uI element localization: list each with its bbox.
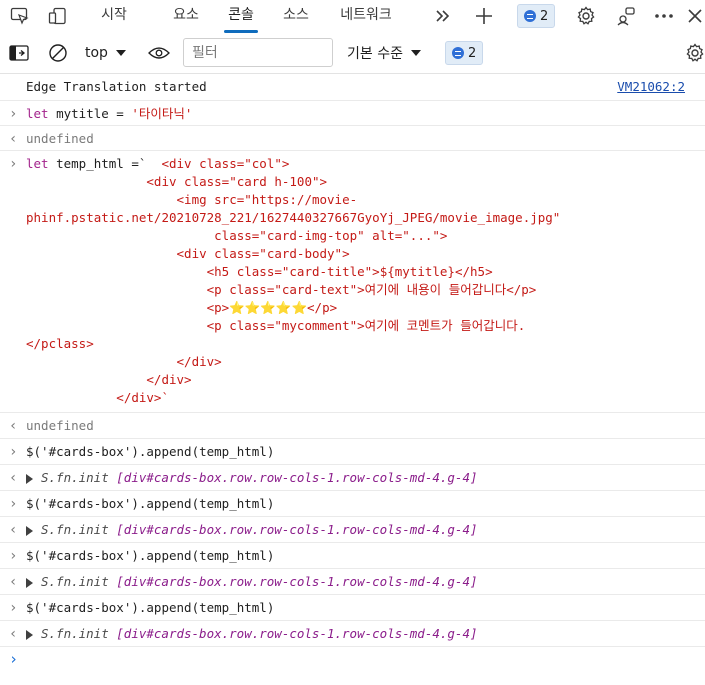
more-options-icon[interactable] [652, 5, 676, 27]
console-result-row: ‹ undefined [0, 413, 705, 439]
inspect-element-icon[interactable] [8, 5, 32, 27]
console-result-row[interactable]: ‹ S.fn.init [div#cards-box.row.row-cols-… [0, 569, 705, 595]
console-toolbar: top 기본 수준 2 [0, 33, 705, 74]
expand-triangle-icon[interactable] [26, 473, 33, 484]
settings-gear-icon[interactable] [574, 5, 598, 27]
toolbar-issues-badge[interactable]: 2 [445, 41, 484, 65]
add-tab-icon[interactable] [472, 5, 496, 27]
console-input-row: › $('#cards-box').append(temp_html) [0, 595, 705, 621]
console-result-row: ‹ undefined [0, 126, 705, 151]
more-tabs-icon[interactable] [431, 5, 455, 27]
output-chevron-icon: ‹ [9, 522, 18, 538]
input-chevron-icon: › [9, 496, 18, 512]
feedback-icon[interactable] [614, 5, 638, 27]
output-chevron-icon: ‹ [9, 626, 18, 642]
input-chevron-icon: › [9, 548, 18, 564]
console-input-row: › let mytitle = '타이타닉' [0, 101, 705, 126]
console-message: Edge Translation started VM21062:2 [0, 74, 705, 101]
console-input-row: › $('#cards-box').append(temp_html) [0, 543, 705, 569]
console-result-row[interactable]: ‹ S.fn.init [div#cards-box.row.row-cols-… [0, 621, 705, 647]
input-chevron-icon: › [9, 444, 18, 460]
log-level-select[interactable]: 기본 수준 [347, 41, 421, 65]
context-select[interactable]: top [85, 41, 126, 65]
filter-input[interactable] [183, 38, 333, 67]
live-expression-eye-icon[interactable] [147, 41, 171, 65]
tab-welcome[interactable]: 시작 [98, 0, 130, 31]
output-chevron-icon: ‹ [9, 131, 18, 147]
close-icon[interactable] [683, 5, 705, 27]
clear-console-icon[interactable] [47, 41, 69, 65]
message-icon [524, 10, 536, 22]
console-input-row: › $('#cards-box').append(temp_html) [0, 439, 705, 465]
sidebar-toggle-icon[interactable] [8, 41, 30, 65]
device-emulation-icon[interactable] [46, 5, 70, 27]
console-input-row: › $('#cards-box').append(temp_html) [0, 491, 705, 517]
console-input-row: › let temp_html =` <div class="col"> <di… [0, 151, 705, 413]
tab-elements[interactable]: 요소 [170, 0, 202, 31]
expand-triangle-icon[interactable] [26, 577, 33, 588]
console-prompt[interactable]: › [0, 647, 705, 675]
input-chevron-icon: › [9, 106, 18, 122]
tab-sources[interactable]: 소스 [279, 0, 313, 31]
console-output: Edge Translation started VM21062:2 › let… [0, 74, 705, 675]
devtools-tabbar: 시작 요소 콘솔 소스 네트워크 2 [0, 0, 705, 34]
input-chevron-icon: › [9, 600, 18, 616]
expand-triangle-icon[interactable] [26, 629, 33, 640]
expand-triangle-icon[interactable] [26, 525, 33, 536]
message-icon [452, 47, 464, 59]
output-chevron-icon: ‹ [9, 470, 18, 486]
chevron-down-icon [115, 50, 126, 56]
console-result-row[interactable]: ‹ S.fn.init [div#cards-box.row.row-cols-… [0, 465, 705, 491]
console-result-row[interactable]: ‹ S.fn.init [div#cards-box.row.row-cols-… [0, 517, 705, 543]
output-chevron-icon: ‹ [9, 418, 18, 434]
tab-network[interactable]: 네트워크 [335, 0, 397, 31]
prompt-chevron-icon: › [9, 650, 19, 668]
output-chevron-icon: ‹ [9, 574, 18, 590]
source-link[interactable]: VM21062:2 [617, 79, 685, 94]
console-settings-gear-icon[interactable] [684, 41, 705, 65]
issues-badge[interactable]: 2 [517, 4, 556, 28]
chevron-down-icon [410, 50, 421, 56]
input-chevron-icon: › [9, 156, 18, 172]
tab-console[interactable]: 콘솔 [224, 0, 258, 33]
